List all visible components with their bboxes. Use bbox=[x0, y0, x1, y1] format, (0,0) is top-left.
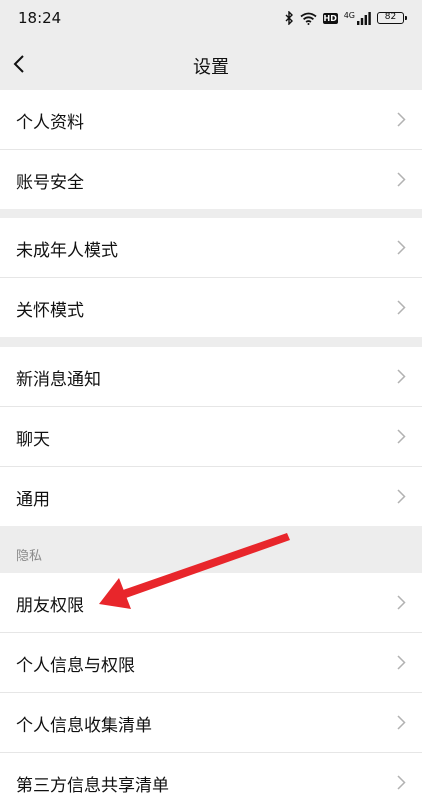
bluetooth-icon bbox=[285, 11, 294, 25]
list-item-account-security[interactable]: 账号安全 bbox=[0, 150, 422, 209]
network-type-label: 4G bbox=[343, 10, 355, 20]
nav-bar: 设置 bbox=[0, 38, 422, 90]
list-item-label: 账号安全 bbox=[16, 173, 84, 193]
list-item-label: 朋友权限 bbox=[16, 596, 84, 616]
list-item-label: 个人资料 bbox=[16, 113, 84, 133]
list-item-label: 通用 bbox=[16, 490, 50, 510]
list-item-label: 关怀模式 bbox=[16, 301, 84, 321]
signal-icon: 4G bbox=[343, 10, 371, 25]
list-item-label: 未成年人模式 bbox=[16, 241, 118, 261]
list-item-label: 第三方信息共享清单 bbox=[16, 776, 169, 796]
chevron-right-icon bbox=[397, 112, 406, 127]
chevron-right-icon bbox=[397, 715, 406, 730]
chevron-right-icon bbox=[397, 300, 406, 315]
list-item-notifications[interactable]: 新消息通知 bbox=[0, 347, 422, 407]
status-time: 18:24 bbox=[18, 9, 62, 27]
chevron-right-icon bbox=[397, 172, 406, 187]
status-icons: HD 4G 82 bbox=[285, 9, 407, 27]
list-item-chat[interactable]: 聊天 bbox=[0, 407, 422, 467]
list-item-minor-mode[interactable]: 未成年人模式 bbox=[0, 218, 422, 278]
chevron-right-icon bbox=[397, 655, 406, 670]
settings-group-general: 新消息通知 聊天 通用 bbox=[0, 347, 422, 526]
battery-icon: 82 bbox=[377, 12, 407, 24]
page-title: 设置 bbox=[193, 57, 229, 78]
status-bar: 18:24 HD 4G 82 bbox=[0, 0, 422, 38]
list-item-label: 聊天 bbox=[16, 430, 50, 450]
list-item-label: 新消息通知 bbox=[16, 370, 101, 390]
list-item-personal-info-permissions[interactable]: 个人信息与权限 bbox=[0, 633, 422, 693]
settings-group-account: 个人资料 账号安全 bbox=[0, 90, 422, 209]
list-item-friend-permissions[interactable]: 朋友权限 bbox=[0, 573, 422, 633]
list-item-label: 个人信息与权限 bbox=[16, 656, 135, 676]
settings-group-modes: 未成年人模式 关怀模式 bbox=[0, 218, 422, 337]
list-item-profile[interactable]: 个人资料 bbox=[0, 90, 422, 150]
list-item-label: 个人信息收集清单 bbox=[16, 716, 152, 736]
hd-icon: HD bbox=[322, 12, 338, 24]
chevron-right-icon bbox=[397, 595, 406, 610]
chevron-right-icon bbox=[397, 429, 406, 444]
section-header-privacy: 隐私 bbox=[16, 549, 43, 564]
list-item-third-party-sharing-list[interactable]: 第三方信息共享清单 bbox=[0, 753, 422, 812]
list-item-info-collection-list[interactable]: 个人信息收集清单 bbox=[0, 693, 422, 753]
settings-group-privacy: 朋友权限 个人信息与权限 个人信息收集清单 第三方信息共享清单 bbox=[0, 573, 422, 812]
chevron-right-icon bbox=[397, 775, 406, 790]
chevron-right-icon bbox=[397, 369, 406, 384]
list-item-care-mode[interactable]: 关怀模式 bbox=[0, 278, 422, 337]
wifi-icon bbox=[300, 12, 317, 25]
list-item-general[interactable]: 通用 bbox=[0, 467, 422, 526]
chevron-right-icon bbox=[397, 240, 406, 255]
chevron-right-icon bbox=[397, 489, 406, 504]
